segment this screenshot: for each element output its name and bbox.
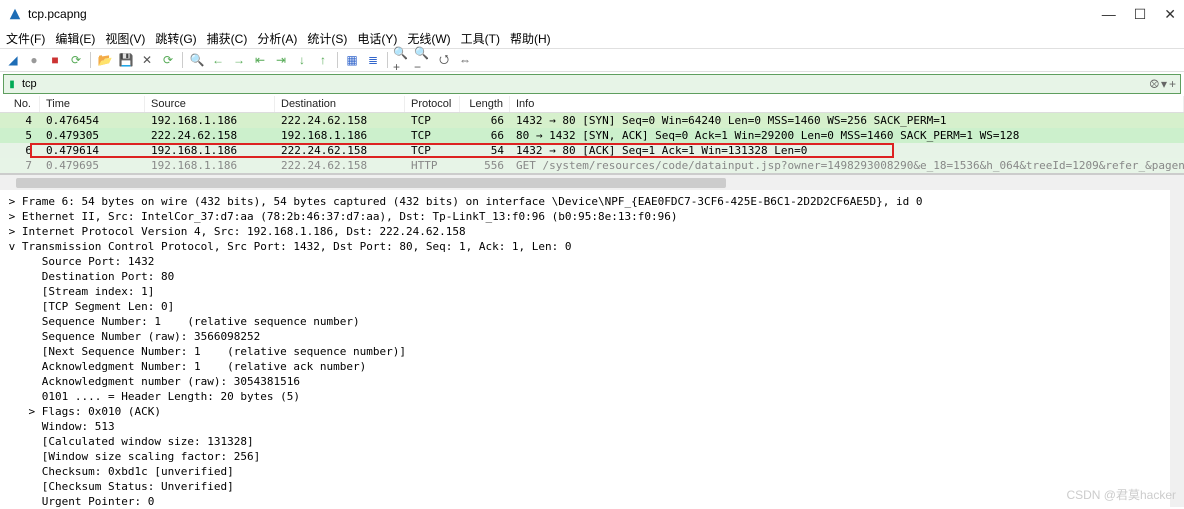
col-destination[interactable]: Destination — [275, 96, 405, 112]
app-icon — [8, 7, 22, 21]
goto-first-icon[interactable]: ⇤ — [251, 51, 269, 69]
detail-line[interactable]: [Checksum Status: Unverified] — [2, 479, 1182, 494]
packet-row[interactable]: 50.479305222.24.62.158192.168.1.186TCP66… — [0, 128, 1184, 143]
prev-packet-icon[interactable]: ↑ — [314, 51, 332, 69]
detail-line[interactable]: Acknowledgment Number: 1 (relative ack n… — [2, 359, 1182, 374]
back-icon[interactable]: ← — [209, 51, 227, 69]
packet-row[interactable]: 60.479614192.168.1.186222.24.62.158TCP54… — [0, 143, 1184, 158]
menu-edit[interactable]: 编辑(E) — [55, 30, 95, 47]
goto-last-icon[interactable]: ⇥ — [272, 51, 290, 69]
detail-line[interactable]: > Ethernet II, Src: IntelCor_37:d7:aa (7… — [2, 209, 1182, 224]
separator — [182, 52, 183, 68]
separator — [337, 52, 338, 68]
detail-line[interactable]: Source Port: 1432 — [2, 254, 1182, 269]
detail-line[interactable]: Window: 513 — [2, 419, 1182, 434]
packet-list: No. Time Source Destination Protocol Len… — [0, 96, 1184, 174]
next-packet-icon[interactable]: ↓ — [293, 51, 311, 69]
col-time[interactable]: Time — [40, 96, 145, 112]
menu-telephony[interactable]: 电话(Y) — [357, 30, 397, 47]
add-filter-button[interactable]: + — [1169, 77, 1176, 91]
window-title: tcp.pcapng — [28, 7, 1102, 21]
zoom-in-icon[interactable]: 🔍+ — [393, 51, 411, 69]
detail-line[interactable]: Acknowledgment number (raw): 3054381516 — [2, 374, 1182, 389]
detail-line[interactable]: [Stream index: 1] — [2, 284, 1182, 299]
details-vscroll[interactable] — [1170, 190, 1184, 507]
col-no[interactable]: No. — [0, 96, 40, 112]
restart-capture-icon[interactable]: ⟳ — [67, 51, 85, 69]
detail-line[interactable]: 0101 .... = Header Length: 20 bytes (5) — [2, 389, 1182, 404]
display-filter-bar: ▮ ⮾ ▾ + — [3, 74, 1181, 94]
packet-row[interactable]: 40.476454192.168.1.186222.24.62.158TCP66… — [0, 113, 1184, 128]
save-file-icon[interactable]: 💾 — [117, 51, 135, 69]
menu-view[interactable]: 视图(V) — [105, 30, 145, 47]
detail-line[interactable]: Urgent Pointer: 0 — [2, 494, 1182, 507]
detail-line[interactable]: [Next Sequence Number: 1 (relative seque… — [2, 344, 1182, 359]
forward-icon[interactable]: → — [230, 51, 248, 69]
resize-columns-icon[interactable]: ⇔ — [456, 51, 474, 69]
detail-line[interactable]: [TCP Segment Len: 0] — [2, 299, 1182, 314]
packet-list-header: No. Time Source Destination Protocol Len… — [0, 96, 1184, 113]
menubar: 文件(F) 编辑(E) 视图(V) 跳转(G) 捕获(C) 分析(A) 统计(S… — [0, 28, 1184, 48]
stop-capture-icon[interactable]: ■ — [46, 51, 64, 69]
maximize-button[interactable]: ☐ — [1134, 6, 1147, 23]
detail-line[interactable]: Sequence Number (raw): 3566098252 — [2, 329, 1182, 344]
col-source[interactable]: Source — [145, 96, 275, 112]
display-filter-input[interactable] — [20, 78, 1145, 90]
capture-options-icon[interactable]: ● — [25, 51, 43, 69]
detail-line[interactable]: Sequence Number: 1 (relative sequence nu… — [2, 314, 1182, 329]
minimize-button[interactable]: — — [1102, 6, 1116, 23]
detail-line[interactable]: v Transmission Control Protocol, Src Por… — [2, 239, 1182, 254]
packet-details[interactable]: > Frame 6: 54 bytes on wire (432 bits), … — [0, 190, 1184, 507]
col-length[interactable]: Length — [460, 96, 510, 112]
close-file-icon[interactable]: ✕ — [138, 51, 156, 69]
col-protocol[interactable]: Protocol — [405, 96, 460, 112]
close-button[interactable]: ✕ — [1164, 6, 1176, 23]
packet-row[interactable]: 70.479695192.168.1.186222.24.62.158HTTP5… — [0, 158, 1184, 173]
find-icon[interactable]: 🔍 — [188, 51, 206, 69]
zoom-out-icon[interactable]: 🔍− — [414, 51, 432, 69]
zoom-reset-icon[interactable]: ⭯ — [435, 51, 453, 69]
detail-line[interactable]: [Calculated window size: 131328] — [2, 434, 1182, 449]
col-info[interactable]: Info — [510, 96, 1184, 112]
menu-capture[interactable]: 捕获(C) — [207, 30, 248, 47]
autoscroll-icon[interactable]: ≣ — [364, 51, 382, 69]
open-file-icon[interactable]: 📂 — [96, 51, 114, 69]
detail-line[interactable]: Checksum: 0xbd1c [unverified] — [2, 464, 1182, 479]
start-capture-icon[interactable]: ◢ — [4, 51, 22, 69]
menu-help[interactable]: 帮助(H) — [510, 30, 551, 47]
reload-icon[interactable]: ⟳ — [159, 51, 177, 69]
menu-go[interactable]: 跳转(G) — [155, 30, 196, 47]
detail-line[interactable]: > Frame 6: 54 bytes on wire (432 bits), … — [2, 194, 1182, 209]
packet-list-hscroll[interactable] — [0, 174, 1184, 190]
bookmark-icon[interactable]: ▮ — [4, 76, 20, 92]
filter-dropdown-icon[interactable]: ▾ — [1161, 77, 1167, 91]
separator — [90, 52, 91, 68]
menu-statistics[interactable]: 统计(S) — [307, 30, 347, 47]
titlebar: tcp.pcapng — ☐ ✕ — [0, 0, 1184, 28]
separator — [387, 52, 388, 68]
detail-line[interactable]: Destination Port: 80 — [2, 269, 1182, 284]
colorize-icon[interactable]: ▦ — [343, 51, 361, 69]
detail-line[interactable]: [Window size scaling factor: 256] — [2, 449, 1182, 464]
menu-analyze[interactable]: 分析(A) — [257, 30, 297, 47]
detail-line[interactable]: > Internet Protocol Version 4, Src: 192.… — [2, 224, 1182, 239]
menu-wireless[interactable]: 无线(W) — [407, 30, 450, 47]
detail-line[interactable]: > Flags: 0x010 (ACK) — [2, 404, 1182, 419]
menu-file[interactable]: 文件(F) — [6, 30, 45, 47]
clear-filter-icon[interactable]: ⮾ — [1149, 77, 1159, 92]
toolbar: ◢ ● ■ ⟳ 📂 💾 ✕ ⟳ 🔍 ← → ⇤ ⇥ ↓ ↑ ▦ ≣ 🔍+ 🔍− … — [0, 48, 1184, 72]
menu-tools[interactable]: 工具(T) — [461, 30, 500, 47]
